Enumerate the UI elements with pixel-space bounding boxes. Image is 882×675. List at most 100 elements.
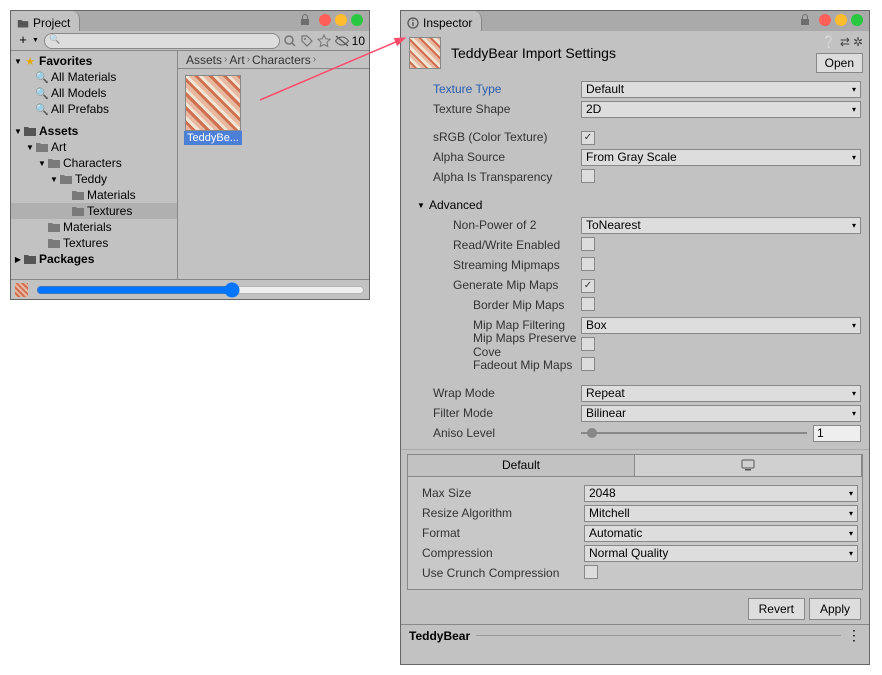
checkbox-border-mip[interactable] (581, 297, 595, 311)
search-icon: 🔍 (35, 102, 49, 116)
tree-characters[interactable]: ▼Characters (11, 155, 177, 171)
aniso-slider[interactable] (581, 432, 807, 434)
label-resize: Resize Algorithm (412, 506, 584, 520)
tree-all-prefabs[interactable]: 🔍All Prefabs (11, 101, 177, 117)
label-format: Format (412, 526, 584, 540)
select-filter[interactable]: Bilinear (581, 405, 861, 422)
tree-textures-2[interactable]: Textures (11, 235, 177, 251)
label-filter: Filter Mode (409, 406, 581, 420)
label-texture-shape: Texture Shape (409, 102, 581, 116)
preview-menu-icon[interactable]: ⋮ (847, 627, 861, 644)
tree-textures[interactable]: Textures (11, 203, 177, 219)
create-button[interactable]: + (15, 33, 31, 49)
settings-icon[interactable]: ✲ (853, 35, 863, 49)
checkbox-srgb[interactable] (581, 131, 595, 145)
star-icon: ★ (23, 54, 37, 68)
checkbox-stream-mip[interactable] (581, 257, 595, 271)
project-tab-bar: Project (11, 11, 369, 31)
aniso-value[interactable]: 1 (813, 425, 861, 442)
checkbox-alpha-trans[interactable] (581, 169, 595, 183)
preview-bar[interactable]: TeddyBear ⋮ (401, 624, 869, 646)
lock-icon[interactable] (799, 14, 811, 26)
preset-icon[interactable]: ⇄ (840, 35, 850, 49)
crumb-assets[interactable]: Assets (186, 53, 222, 67)
label-alpha-trans: Alpha Is Transparency (409, 170, 581, 184)
apply-button[interactable]: Apply (809, 598, 861, 620)
lock-icon[interactable] (299, 14, 311, 26)
divider (476, 635, 841, 636)
tree-assets[interactable]: ▼Assets (11, 123, 177, 139)
platform-tab-default[interactable]: Default (408, 455, 635, 476)
tree-teddy[interactable]: ▼Teddy (11, 171, 177, 187)
thumbnail-size-slider[interactable] (36, 282, 365, 298)
label-rw: Read/Write Enabled (409, 238, 581, 252)
create-dropdown[interactable]: ▼ (32, 37, 39, 44)
asset-preview-thumbnail (409, 37, 441, 69)
open-button[interactable]: Open (816, 53, 863, 73)
platform-tab-standalone[interactable] (635, 455, 862, 476)
asset-thumbnail (185, 75, 241, 131)
project-tab-label: Project (33, 16, 70, 30)
project-tab[interactable]: Project (11, 11, 80, 31)
inspector-window: Inspector TeddyBear Import Settings ❔ ⇄ … (400, 10, 870, 665)
inspector-tab[interactable]: Inspector (401, 11, 482, 31)
tree-all-materials[interactable]: 🔍All Materials (11, 69, 177, 85)
select-format[interactable]: Automatic (584, 525, 858, 542)
select-alpha-source[interactable]: From Gray Scale (581, 149, 861, 166)
save-search-icon[interactable] (317, 34, 331, 48)
project-toolbar: + ▼ 10 (11, 31, 369, 51)
checkbox-fadeout-mip[interactable] (581, 357, 595, 371)
search-by-type-icon[interactable] (283, 34, 297, 48)
label-max-size: Max Size (412, 486, 584, 500)
maximize-window-button[interactable] (351, 14, 363, 26)
footer-thumbnail (15, 283, 28, 297)
asset-grid[interactable]: TeddyBe... (178, 69, 369, 279)
minimize-window-button[interactable] (835, 14, 847, 26)
folder-icon (47, 220, 61, 234)
search-by-label-icon[interactable] (300, 34, 314, 48)
checkbox-mip-preserve[interactable] (581, 337, 595, 351)
checkbox-gen-mip[interactable] (581, 279, 595, 293)
revert-button[interactable]: Revert (748, 598, 805, 620)
select-wrap[interactable]: Repeat (581, 385, 861, 402)
tree-all-models[interactable]: 🔍All Models (11, 85, 177, 101)
project-main: Assets › Art › Characters › TeddyBe... (178, 51, 369, 279)
tree-materials[interactable]: Materials (11, 187, 177, 203)
crumb-art[interactable]: Art (229, 53, 244, 67)
tree-materials-2[interactable]: Materials (11, 219, 177, 235)
select-max-size[interactable]: 2048 (584, 485, 858, 502)
label-srgb: sRGB (Color Texture) (409, 130, 581, 144)
select-texture-shape[interactable]: 2D (581, 101, 861, 118)
label-border-mip: Border Mip Maps (409, 298, 581, 312)
close-window-button[interactable] (319, 14, 331, 26)
select-mip-filter[interactable]: Box (581, 317, 861, 334)
checkbox-crunch[interactable] (584, 565, 598, 579)
label-texture-type[interactable]: Texture Type (409, 82, 581, 96)
hidden-count[interactable]: 10 (334, 34, 365, 48)
select-texture-type[interactable]: Default (581, 81, 861, 98)
info-icon (407, 17, 419, 29)
select-npot[interactable]: ToNearest (581, 217, 861, 234)
window-buttons (299, 14, 363, 26)
window-buttons (799, 14, 863, 26)
project-search-input[interactable] (44, 33, 280, 49)
select-compression[interactable]: Normal Quality (584, 545, 858, 562)
tree-packages[interactable]: ▶Packages (11, 251, 177, 267)
crumb-characters[interactable]: Characters (252, 53, 311, 67)
tree-art[interactable]: ▼Art (11, 139, 177, 155)
texture-section: Texture TypeDefault Texture Shape2D sRGB… (401, 75, 869, 450)
minimize-window-button[interactable] (335, 14, 347, 26)
folder-icon (23, 252, 37, 266)
asset-teddybear[interactable]: TeddyBe... (184, 75, 242, 145)
folder-icon (71, 188, 85, 202)
advanced-foldout[interactable]: ▼Advanced (409, 195, 861, 215)
maximize-window-button[interactable] (851, 14, 863, 26)
select-resize[interactable]: Mitchell (584, 505, 858, 522)
breadcrumbs: Assets › Art › Characters › (178, 51, 369, 69)
checkbox-rw[interactable] (581, 237, 595, 251)
help-icon[interactable]: ❔ (822, 35, 837, 49)
folder-icon (47, 156, 61, 170)
close-window-button[interactable] (819, 14, 831, 26)
tree-favorites[interactable]: ▼★Favorites (11, 53, 177, 69)
chevron-right-icon: › (247, 54, 250, 65)
